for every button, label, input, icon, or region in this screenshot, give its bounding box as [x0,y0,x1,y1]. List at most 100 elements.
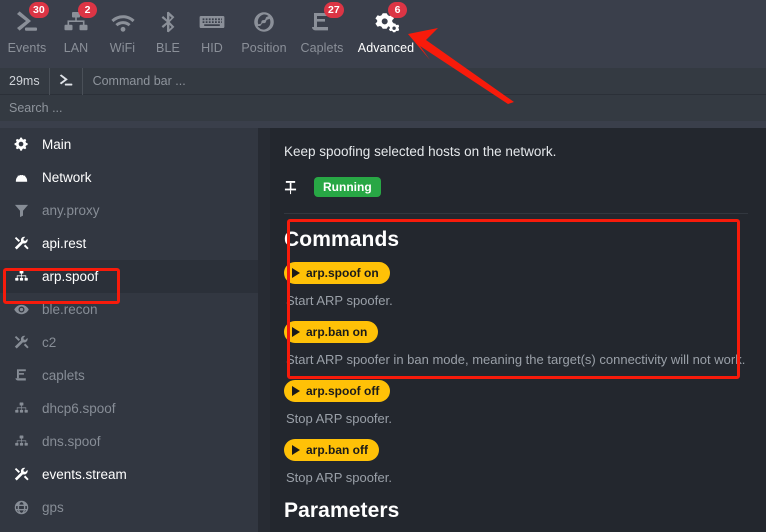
command-button-arp-ban-on[interactable]: arp.ban on [284,321,379,343]
nav-label-hid: HID [201,41,223,55]
sidebar-item-c2[interactable]: c2 [0,326,258,359]
command-row: arp.spoof off [284,380,748,402]
sidebar-content-divider [258,128,270,532]
scroll-icon [14,368,38,383]
sidebar-item-gps[interactable]: gps [0,491,258,524]
latency-indicator: 29ms [0,67,50,95]
command-description: Stop ARP spoofer. [286,411,392,426]
gear-icon [14,137,38,152]
sidebar-label-arp-spoof: arp.spoof [42,269,99,284]
gears-icon: 6 [373,2,407,37]
command-button-arp-spoof-on[interactable]: arp.spoof on [284,262,390,284]
command-bar-input[interactable] [82,67,766,95]
scroll-icon: 27 [309,2,344,37]
wifi-icon [110,7,136,37]
sidebar-label-network: Network [42,170,92,185]
command-label: arp.spoof on [306,266,379,280]
sidebar-label-gps: gps [42,500,64,515]
pin-icon[interactable] [284,180,306,195]
sidebar-item-caplets[interactable]: caplets [0,359,258,392]
network-wired-icon: 2 [63,2,97,37]
sidebar-item-network[interactable]: Network [0,161,258,194]
nav-badge-events: 30 [29,2,49,18]
play-icon [292,445,300,455]
command-label: arp.spoof off [306,384,380,398]
command-description: Stop ARP spoofer. [286,470,392,485]
command-button-arp-ban-off[interactable]: arp.ban off [284,439,379,461]
sidebar-item-api-rest[interactable]: api.rest [0,227,258,260]
globe-position-icon [251,7,277,37]
tools-icon [14,467,38,482]
network-wired-icon [14,170,38,185]
nav-item-advanced[interactable]: 6 Advanced [351,2,421,55]
sidebar-label-dns-spoof: dns.spoof [42,434,101,449]
command-label: arp.ban off [306,443,368,457]
module-description: Keep spoofing selected hosts on the netw… [284,144,557,159]
nav-label-ble: BLE [156,41,180,55]
play-icon [292,268,300,278]
commands-heading: Commands [284,228,400,251]
command-row: arp.ban off [284,439,748,461]
parameters-heading: Parameters [284,499,400,522]
sidebar-item-any-proxy[interactable]: any.proxy [0,194,258,227]
search-input[interactable] [0,95,766,121]
sidebar-item-arp-spoof[interactable]: arp.spoof [0,260,258,293]
play-icon [292,327,300,337]
nav-item-hid[interactable]: HID [191,7,233,55]
sidebar-label-main: Main [42,137,72,152]
toolbar-spacer [0,121,766,128]
command-row: arp.ban on [284,321,748,343]
command-description: Start ARP spoofer in ban mode, meaning t… [286,352,746,367]
nav-badge-caplets: 27 [324,2,344,18]
terminal-prompt-icon: 30 [14,2,49,37]
keyboard-icon [199,7,225,37]
command-button-arp-spoof-off[interactable]: arp.spoof off [284,380,391,402]
sitemap-icon [14,401,38,416]
main-body: Main Network any.proxy api.rest arp.spoo… [0,128,766,532]
nav-item-caplets[interactable]: 27 Caplets [295,2,349,55]
nav-item-lan[interactable]: 2 LAN [54,2,98,55]
filter-icon [14,203,38,218]
sitemap-icon [14,434,38,449]
nav-label-caplets: Caplets [300,41,344,55]
sidebar-item-dhcp6-spoof[interactable]: dhcp6.spoof [0,392,258,425]
nav-item-wifi[interactable]: WiFi [100,7,145,55]
nav-item-events[interactable]: 30 Events [2,2,52,55]
terminal-prompt-icon [50,67,83,95]
tools-icon [14,236,38,251]
sidebar-label-dhcp6-spoof: dhcp6.spoof [42,401,116,416]
sidebar-label-any-proxy: any.proxy [42,203,100,218]
bettercap-app-window: 30 Events 2 LAN WiFi BLE HID Position 27… [0,0,766,532]
command-bar: 29ms [0,67,766,95]
command-row: arp.spoof on [284,262,748,284]
command-description: Start ARP spoofer. [286,293,393,308]
nav-label-advanced: Advanced [357,41,415,55]
sidebar-label-ble-recon: ble.recon [42,302,98,317]
sidebar-label-c2: c2 [42,335,57,350]
nav-label-lan: LAN [63,41,89,55]
eye-icon [14,302,38,317]
tools-icon [14,335,38,350]
nav-item-ble[interactable]: BLE [147,7,189,55]
nav-label-position: Position [241,41,287,55]
sidebar-item-events-stream[interactable]: events.stream [0,458,258,491]
module-detail-panel: Keep spoofing selected hosts on the netw… [270,128,766,532]
nav-item-position[interactable]: Position [235,7,293,55]
nav-badge-lan: 2 [78,2,97,18]
sidebar-label-events-stream: events.stream [42,467,127,482]
nav-label-wifi: WiFi [109,41,136,55]
sidebar-item-ble-recon[interactable]: ble.recon [0,293,258,326]
module-sidebar: Main Network any.proxy api.rest arp.spoo… [0,128,258,532]
sidebar-label-api-rest: api.rest [42,236,87,251]
module-status-row: Running [284,177,748,197]
globe-icon [14,500,38,515]
command-label: arp.ban on [306,325,368,339]
bluetooth-icon [155,7,181,37]
play-icon [292,386,300,396]
search-bar [0,95,766,121]
sidebar-item-main[interactable]: Main [0,128,258,161]
sitemap-icon [14,269,38,284]
sidebar-item-dns-spoof[interactable]: dns.spoof [0,425,258,458]
sidebar-label-caplets: caplets [42,368,85,383]
nav-label-events: Events [7,41,47,55]
